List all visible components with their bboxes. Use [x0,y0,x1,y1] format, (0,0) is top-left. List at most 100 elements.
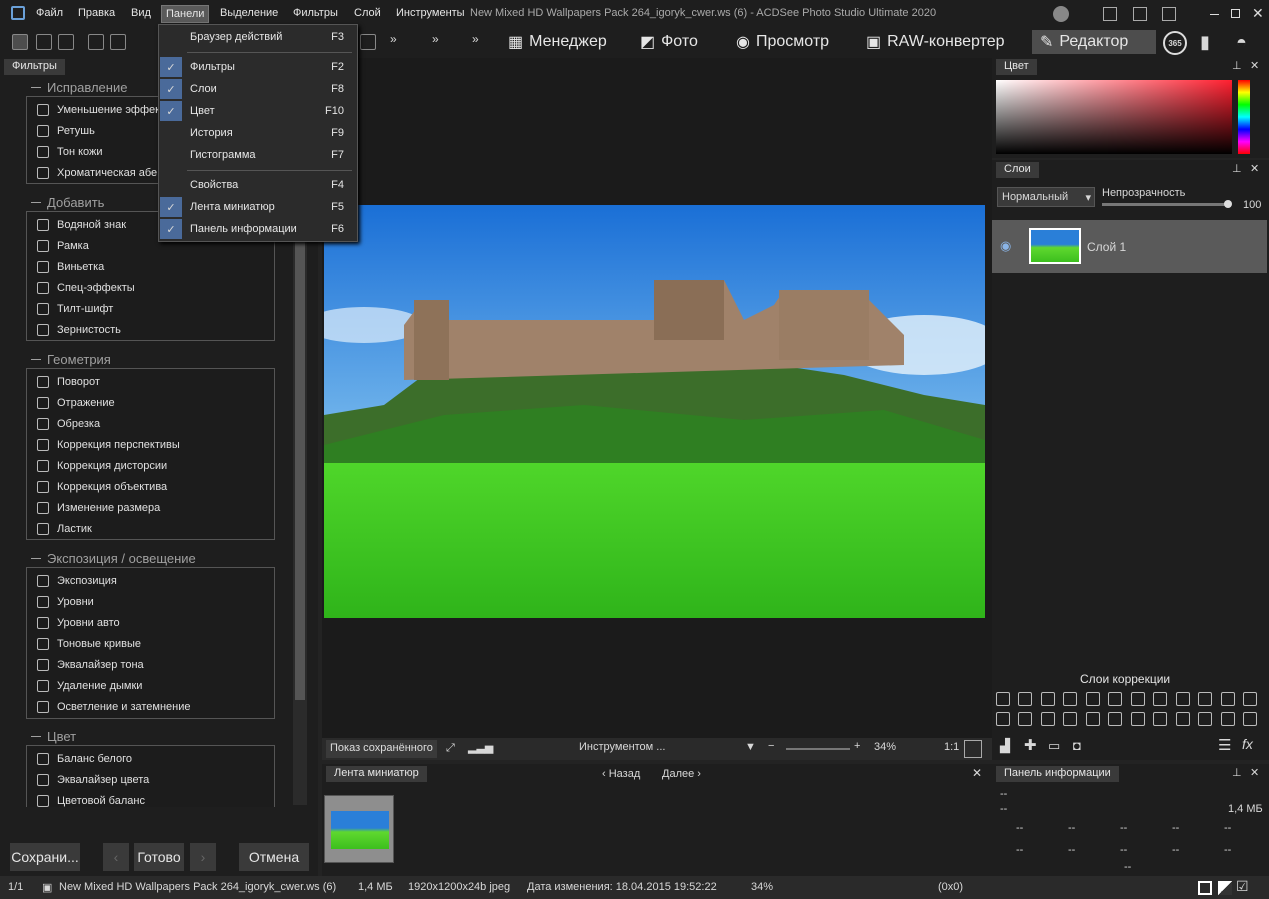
palette-icon[interactable] [1131,692,1145,706]
collapse-icon[interactable] [31,558,41,559]
menu-icon[interactable]: ☰ [1218,736,1231,754]
fullscreen-icon[interactable] [964,740,982,758]
app-icon[interactable] [11,6,25,20]
menu-file[interactable]: Файл [36,7,63,19]
brush-tool-icon[interactable] [88,34,104,50]
tab-filters[interactable]: Фильтры [4,59,65,75]
layer-name[interactable]: Слой 1 [1087,240,1126,254]
stamp-icon[interactable]: ▟ [1000,738,1010,754]
hue-slider[interactable] [1238,80,1250,154]
info-close-icon[interactable]: ✕ [1250,766,1259,779]
opacity-slider[interactable] [1102,203,1230,206]
visibility-icon[interactable]: ◉ [1000,238,1011,254]
color-close-icon[interactable]: ✕ [1250,59,1259,72]
path-tool-icon[interactable] [360,34,376,50]
ts365-icon[interactable]: 365 [1163,31,1187,55]
fit-icon[interactable]: ⤢ [446,742,455,755]
collapse-icon[interactable] [31,87,41,88]
triangle-icon[interactable] [1041,712,1055,726]
done-button[interactable]: Готово [134,843,184,871]
more-tools-icon-3[interactable]: » [472,32,479,46]
menu-item-info-panel[interactable]: ✓ Панель информации F6 [160,219,356,239]
histogram-icon[interactable]: ▂▃▅ [468,741,493,754]
menu-filters[interactable]: Фильтры [293,7,338,19]
filter-white-balance[interactable]: Баланс белого [37,751,132,767]
menu-item-color[interactable]: ✓ Цвет F10 [160,101,356,121]
filter-resize[interactable]: Изменение размера [37,500,160,516]
menu-item-actions-browser[interactable]: Браузер действий F3 [160,27,356,47]
lasso-tool-icon[interactable] [110,34,126,50]
zoom-value[interactable]: 34% [874,741,896,753]
view-split-icon[interactable] [1218,881,1232,895]
sun-icon[interactable] [1063,692,1077,706]
maximize-icon[interactable] [1231,9,1240,18]
filter-chromatic[interactable]: Хроматическая абе [37,165,157,181]
add-layer-icon[interactable]: ✚ [1024,736,1037,754]
opacity-handle[interactable] [1224,200,1232,208]
filter-auto-levels[interactable]: Уровни авто [37,615,120,631]
mode-editor[interactable]: ✎ Редактор [1032,30,1156,54]
checkmark-icon[interactable]: ☑ [1236,878,1249,895]
curves-icon[interactable] [1041,692,1055,706]
invert-icon[interactable] [1243,692,1257,706]
menu-item-history[interactable]: История F9 [160,123,356,143]
developer-icon[interactable]: ◓ [1236,32,1247,53]
pin-icon[interactable]: ⊥ [1232,162,1242,175]
menu-item-properties[interactable]: Свойства F4 [160,175,356,195]
collapse-icon[interactable] [31,736,41,737]
zoom-slider[interactable] [786,748,850,750]
menu-edit[interactable]: Правка [78,7,115,19]
menu-item-histogram[interactable]: Гистограмма F7 [160,145,356,165]
menu-panels[interactable]: Панели [161,5,210,23]
save-button[interactable]: Сохрани... [10,843,80,871]
close-icon[interactable]: ✕ [1252,5,1264,22]
filter-dodge-burn[interactable]: Осветление и затемнение [37,699,191,715]
filter-reduce-effect[interactable]: Уменьшение эффекта [37,102,171,118]
minimize-icon[interactable] [1210,14,1219,15]
mode-photo[interactable]: ◩ Фото [632,30,706,54]
mode-manager[interactable]: ▦ Менеджер [500,30,615,54]
filter-special-effects[interactable]: Спец-эффекты [37,280,135,296]
person-icon[interactable] [1018,712,1032,726]
balance-icon[interactable] [1108,692,1122,706]
marquee-tool-icon[interactable] [58,34,74,50]
dashboard-icon[interactable]: ▮ [1200,32,1210,53]
view-square-icon[interactable] [1198,881,1212,895]
filter-frame[interactable]: Рамка [37,238,89,254]
mask-icon[interactable]: ◘ [1073,738,1081,753]
filter-flip[interactable]: Отражение [37,395,115,411]
filter-skin-tone[interactable]: Тон кожи [37,144,103,160]
camera-icon[interactable] [996,712,1010,726]
filter-lens[interactable]: Коррекция объектива [37,479,167,495]
more-tools-icon[interactable]: » [390,32,397,46]
effect-icon[interactable] [1086,712,1100,726]
layout-left-icon[interactable] [1103,7,1117,21]
edited-photo[interactable] [324,205,985,618]
filter-dehaze[interactable]: Удаление дымки [37,678,142,694]
thumbnail[interactable] [324,795,394,863]
mode-view[interactable]: ◉ Просмотр [728,30,837,54]
image-icon[interactable] [1176,692,1190,706]
filter-exposure[interactable]: Экспозиция [37,573,117,589]
filter-retouch[interactable]: Ретушь [37,123,95,139]
color-picker[interactable] [996,80,1232,154]
filter-levels[interactable]: Уровни [37,594,94,610]
hand-tool-icon[interactable] [12,34,28,50]
filter-grain[interactable]: Зернистость [37,322,121,338]
tab-color[interactable]: Цвет [996,59,1037,75]
filter-rotate[interactable]: Поворот [37,374,100,390]
fx-icon[interactable]: fx [1242,736,1253,752]
layers-close-icon[interactable]: ✕ [1250,162,1259,175]
blend-mode-select[interactable]: Нормальный ▾ [997,187,1095,207]
filter-tone-equalizer[interactable]: Эквалайзер тона [37,657,144,673]
ratio-label[interactable]: 1:1 [944,741,959,753]
scroll-thumb[interactable] [295,220,305,700]
filter-crop[interactable]: Обрезка [37,416,100,432]
next-link[interactable]: Далее › [662,768,701,780]
zoom-out-icon[interactable]: − [768,740,774,752]
dropper-icon[interactable] [1198,692,1212,706]
opacity-value[interactable]: 100 [1243,199,1261,211]
back-button[interactable]: ‹ Назад [602,768,640,780]
group-exposure-title[interactable]: Экспозиция / освещение [47,551,196,566]
filter-watermark[interactable]: Водяной знак [37,217,126,233]
